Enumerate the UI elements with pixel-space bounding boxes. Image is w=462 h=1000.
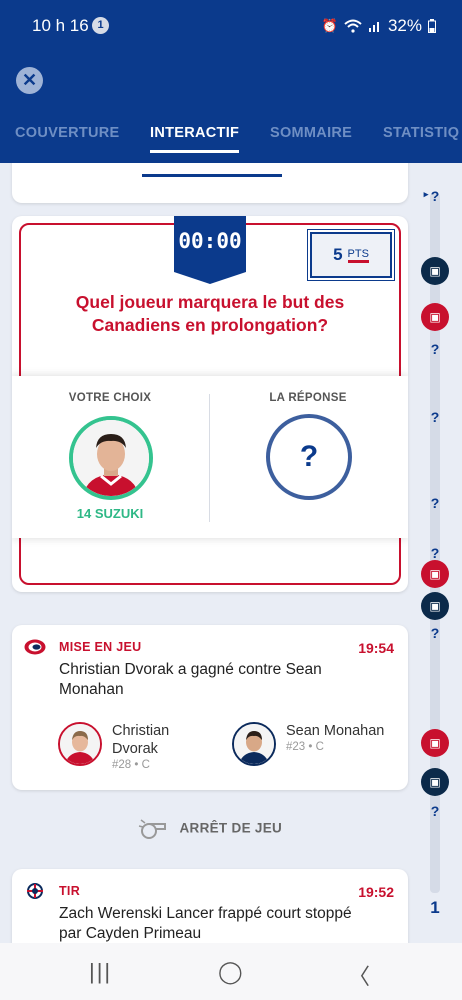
event-card-faceoff[interactable]: MISE EN JEU 19:54 Christian Dvorak a gag… <box>12 625 408 790</box>
event-description: Christian Dvorak a gagné contre Sean Mon… <box>59 661 322 698</box>
canadiens-logo-icon <box>24 639 46 655</box>
prediction-card[interactable]: 00:00 5 PTS Quel joueur marquera le but … <box>12 216 408 592</box>
system-nav-bar: ||| ◯ 〈 <box>0 943 462 1000</box>
status-bar: 10 h 16 1 ⏰ 32% <box>0 0 462 52</box>
timeline-goal-home[interactable]: ▣ <box>421 560 449 588</box>
tab-interactif[interactable]: INTERACTIF <box>150 125 240 153</box>
card-ribbon <box>142 167 282 177</box>
signal-icon <box>368 22 379 32</box>
player-meta: #28 • C <box>112 759 150 771</box>
timeline-goal-home[interactable]: ▣ <box>421 729 449 757</box>
event-time: 19:54 <box>358 640 394 656</box>
blue-jackets-logo-icon <box>27 883 43 899</box>
timeline-marker[interactable]: ? <box>427 188 443 204</box>
tab-sommaire[interactable]: SOMMAIRE <box>270 125 352 141</box>
game-timeline[interactable]: ▸ ? ▣ ▣ ? ? ? ? ▣ ▣ ? ▣ ▣ ? 1 <box>418 163 462 943</box>
player-name: Christian Dvorak <box>112 723 170 757</box>
timeline-period: 1 <box>430 898 440 917</box>
tab-bar: COUVERTURE INTERACTIF SOMMAIRE STATISTIQ <box>0 118 462 163</box>
stoppage-divider: ARRÊT DE JEU <box>0 818 420 840</box>
player-avatar <box>232 722 276 766</box>
back-button[interactable]: 〈 <box>348 959 370 991</box>
event-type: TIR <box>59 884 81 898</box>
status-time: 10 h 16 <box>32 16 89 35</box>
points-label: PTS <box>347 248 369 263</box>
tab-statistiques[interactable]: STATISTIQ <box>383 125 459 141</box>
event-player-1[interactable]: Christian Dvorak #28 • C <box>58 722 192 771</box>
timeline-goal-opponent[interactable]: ▣ <box>421 768 449 796</box>
event-description: Zach Werenski Lancer frappé court stoppé… <box>59 905 352 942</box>
close-button[interactable]: ✕ <box>16 67 43 94</box>
player-avatar <box>58 722 102 766</box>
prediction-question: Quel joueur marquera le but des Canadien… <box>75 292 345 335</box>
your-choice-label: VOTRE CHOIX <box>68 392 152 404</box>
wifi-icon <box>344 19 362 33</box>
timeline-goal-opponent[interactable]: ▣ <box>421 592 449 620</box>
chosen-player-name: 14 SUZUKI <box>76 506 144 521</box>
tab-couverture[interactable]: COUVERTURE <box>15 125 120 141</box>
player-info: Christian Dvorak #28 • C <box>112 722 192 771</box>
player-meta: #23 • C <box>286 741 324 753</box>
timeline-marker[interactable]: ? <box>427 495 443 511</box>
interactive-feed[interactable]: 00:00 5 PTS Quel joueur marquera le but … <box>0 163 462 943</box>
chosen-player-avatar[interactable] <box>69 416 153 500</box>
recent-apps-button[interactable]: ||| <box>89 959 112 985</box>
battery-icon <box>428 19 436 33</box>
timeline-marker[interactable]: ? <box>427 625 443 641</box>
answer-label: LA RÉPONSE <box>269 392 347 404</box>
alarm-icon: ⏰ <box>321 18 338 33</box>
event-time: 19:52 <box>358 884 394 900</box>
timeline-marker[interactable]: ? <box>427 409 443 425</box>
player-info: Sean Monahan #23 • C <box>286 722 384 753</box>
timeline-goal-home[interactable]: ▣ <box>421 303 449 331</box>
event-card-shot[interactable]: TIR 19:52 Zach Werenski Lancer frappé co… <box>12 869 408 943</box>
app-header: 10 h 16 1 ⏰ 32% ✕ COUVERTURE INTERACTIF … <box>0 0 462 163</box>
countdown-timer: 00:00 <box>174 216 246 284</box>
panel-divider <box>209 394 210 522</box>
event-type: MISE EN JEU <box>59 640 142 654</box>
answer-unknown: ? <box>266 414 352 500</box>
battery-text: 32% <box>387 16 422 35</box>
answer-panel: VOTRE CHOIX LA RÉPONSE 14 SUZUKI ? <box>12 376 408 538</box>
event-player-2[interactable]: Sean Monahan #23 • C <box>232 722 384 766</box>
stoppage-label: ARRÊT DE JEU <box>179 820 283 836</box>
timeline-goal-opponent[interactable]: ▣ <box>421 257 449 285</box>
whistle-icon <box>138 819 166 839</box>
points-value: 5 <box>333 245 343 264</box>
points-badge: 5 PTS <box>308 230 394 280</box>
player-name: Sean Monahan <box>286 723 385 739</box>
close-icon: ✕ <box>21 70 38 90</box>
notification-badge: 1 <box>92 17 109 34</box>
timeline-marker[interactable]: ? <box>427 803 443 819</box>
timeline-marker[interactable]: ? <box>427 341 443 357</box>
previous-card <box>12 163 408 203</box>
home-button[interactable]: ◯ <box>218 959 243 985</box>
timeline-marker[interactable]: ? <box>427 545 443 561</box>
status-icons: ⏰ 32% <box>322 16 436 36</box>
